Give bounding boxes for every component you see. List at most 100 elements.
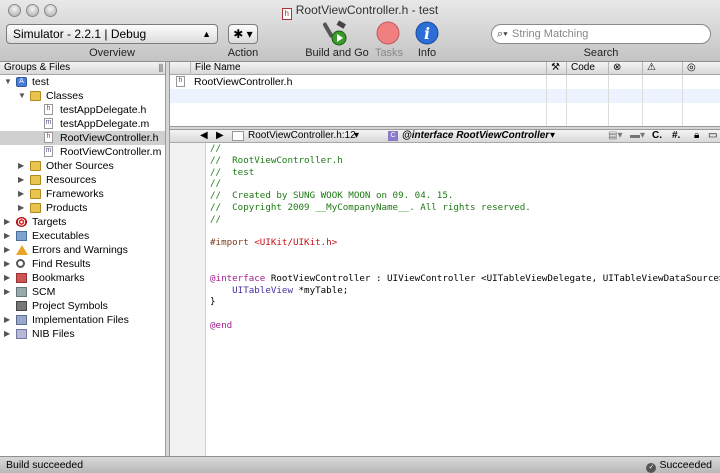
file-popup-icon[interactable] [232,131,244,141]
disclosure-collapsed-icon[interactable]: ▶ [4,327,12,341]
header-file-icon: h [44,132,53,143]
scm-icon [16,287,27,297]
column-separator [642,75,643,126]
breakpoints-popup-icon[interactable]: ▬▾ [630,130,645,142]
sidebar-item-label: Project Symbols [32,300,108,312]
sidebar-item[interactable]: ▶ Products [0,201,165,215]
code-line[interactable]: } [210,296,720,308]
code-line[interactable]: @end [210,320,720,332]
disclosure-collapsed-icon[interactable]: ▶ [4,229,12,243]
disclosure-collapsed-icon[interactable]: ▶ [18,187,26,201]
code-editor[interactable]: //// RootViewController.h// test//// Cre… [210,143,720,456]
sidebar-item[interactable]: Project Symbols [0,299,165,313]
sidebar-item[interactable]: ▶ Targets [0,215,165,229]
sidebar-item[interactable]: m RootViewController.m [0,145,165,159]
class-symbol-icon: C [388,131,398,141]
code-token: // test [210,166,255,178]
code-line[interactable]: @interface RootViewController : UIViewCo… [210,273,720,285]
search-field[interactable]: ⌕▾ String Matching [491,24,711,44]
sidebar-item-label: Frameworks [46,188,104,200]
code-line[interactable]: // test [210,167,720,179]
disclosure-collapsed-icon[interactable]: ▶ [18,201,26,215]
code-line[interactable]: // [210,214,720,226]
search-icon: ⌕▾ [497,28,508,40]
action-button[interactable]: ✱ ▾ [228,24,258,44]
build-and-go-icon[interactable] [323,20,349,46]
code-line[interactable]: // [210,178,720,190]
column-separator [682,75,683,126]
symbol-popup-arrow-icon[interactable]: ▾ [550,130,555,142]
disclosure-collapsed-icon[interactable]: ▶ [4,243,12,257]
sidebar-item[interactable]: ▶ Other Sources [0,159,165,173]
disclosure-collapsed-icon[interactable]: ▶ [4,285,12,299]
target-column-icon[interactable]: ◎ [682,62,720,75]
sidebar-item[interactable]: ▶ SCM [0,285,165,299]
code-line[interactable] [210,226,720,238]
overview-popup[interactable]: Simulator - 2.2.1 | Debug ▲ [6,24,218,44]
sidebar-item[interactable]: ▼ Classes [0,89,165,103]
sidebar-item[interactable]: ▶ Implementation Files [0,313,165,327]
sidebar-item[interactable]: h testAppDelegate.h [0,103,165,117]
warnings-column-icon[interactable]: ⚠ [642,62,682,75]
sidebar-split-icon[interactable]: ⫼ [159,62,163,74]
bookmarks-popup-icon[interactable]: ▤▾ [608,130,622,142]
code-line[interactable] [210,249,720,261]
file-list-row[interactable]: h RootViewController.h [170,75,720,89]
info-icon[interactable]: i [414,20,440,46]
overview-label: Overview [89,47,135,59]
file-type-column[interactable] [170,62,190,75]
symbol-popup[interactable]: @interface RootViewController [402,130,549,142]
code-line[interactable] [210,261,720,273]
split-editor-icon[interactable]: ▭ [708,130,717,142]
sidebar-item[interactable]: ▶ Bookmarks [0,271,165,285]
editor-gutter[interactable] [170,143,206,456]
column-separator [608,75,609,126]
sidebar-item[interactable]: ▶ Executables [0,229,165,243]
sidebar-item-label: NIB Files [32,328,75,340]
code-line[interactable]: // Created by SUNG WOOK MOON on 09. 04. … [210,190,720,202]
code-token: // [210,143,222,154]
tasks-stop-icon[interactable] [375,20,401,46]
code-line[interactable]: // [210,143,720,155]
sidebar-item[interactable]: ▶ Frameworks [0,187,165,201]
disclosure-collapsed-icon[interactable]: ▶ [4,215,12,229]
sidebar-item[interactable]: ▶ Resources [0,173,165,187]
sidebar-item[interactable]: ▶ NIB Files [0,327,165,341]
sidebar-item[interactable]: ▶ Find Results [0,257,165,271]
forward-arrow-icon[interactable]: ▶ [216,130,224,142]
file-name-column[interactable]: File Name [190,62,546,75]
back-arrow-icon[interactable]: ◀ [200,130,208,142]
file-popup[interactable]: RootViewController.h:12 [248,130,356,142]
header-file-icon: h [176,76,185,87]
disclosure-expanded-icon[interactable]: ▼ [4,75,12,89]
errors-column-icon[interactable]: ⊗ [608,62,642,75]
disclosure-collapsed-icon[interactable]: ▶ [18,159,26,173]
window-title: h RootViewController.h - test [0,3,720,20]
column-separator [566,75,567,126]
code-line[interactable]: #import <UIKit/UIKit.h> [210,237,720,249]
implementation-files-icon [16,315,27,325]
disclosure-collapsed-icon[interactable]: ▶ [18,173,26,187]
lock-icon[interactable]: 🔒︎ [694,130,699,142]
code-line[interactable]: UITableView *myTable; [210,285,720,297]
folder-icon [30,161,41,171]
sidebar-item[interactable]: h RootViewController.h [0,131,165,145]
disclosure-expanded-icon[interactable]: ▼ [18,89,26,103]
sidebar-item-label: testAppDelegate.m [60,118,150,130]
disclosure-collapsed-icon[interactable]: ▶ [4,271,12,285]
sidebar-item[interactable]: m testAppDelegate.m [0,117,165,131]
code-column[interactable]: Code [566,62,608,75]
code-line[interactable] [210,308,720,320]
sidebar-item[interactable]: ▶ Errors and Warnings [0,243,165,257]
file-popup-arrow-icon[interactable]: ▾ [354,130,359,142]
includes-popup[interactable]: #. [672,130,680,142]
disclosure-collapsed-icon[interactable]: ▶ [4,257,12,271]
counterpart-popup[interactable]: C. [652,130,662,142]
sidebar-item[interactable]: ▼ Atest [0,75,165,89]
folder-icon [30,91,41,101]
folder-icon [30,203,41,213]
build-column-icon[interactable]: ⚒ [546,62,566,75]
disclosure-collapsed-icon[interactable]: ▶ [4,313,12,327]
code-line[interactable]: // Copyright 2009 __MyCompanyName__. All… [210,202,720,214]
code-line[interactable]: // RootViewController.h [210,155,720,167]
